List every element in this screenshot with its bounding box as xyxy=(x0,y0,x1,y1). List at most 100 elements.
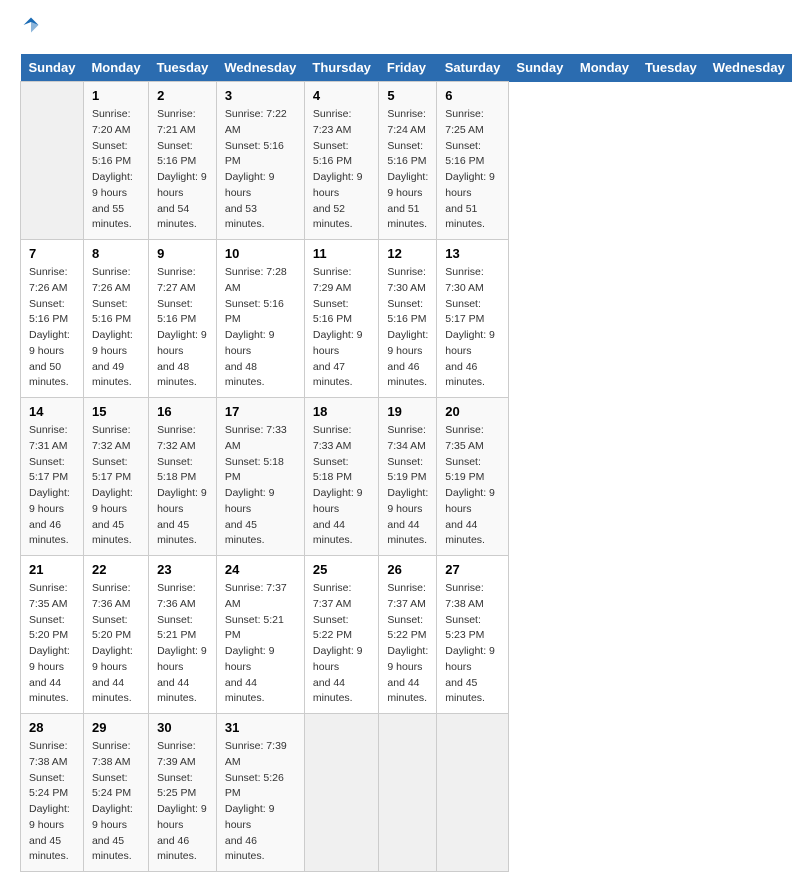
day-number: 22 xyxy=(92,562,140,577)
calendar-cell: 5 Sunrise: 7:24 AMSunset: 5:16 PMDaylight… xyxy=(379,82,437,240)
day-info: Sunrise: 7:30 AMSunset: 5:17 PMDaylight:… xyxy=(445,265,500,391)
day-number: 8 xyxy=(92,246,140,261)
calendar-cell: 3 Sunrise: 7:22 AMSunset: 5:16 PMDaylight… xyxy=(216,82,304,240)
day-number: 17 xyxy=(225,404,296,419)
day-info: Sunrise: 7:38 AMSunset: 5:23 PMDaylight:… xyxy=(445,581,500,707)
day-info: Sunrise: 7:36 AMSunset: 5:21 PMDaylight:… xyxy=(157,581,208,707)
day-info: Sunrise: 7:23 AMSunset: 5:16 PMDaylight:… xyxy=(313,107,371,233)
day-number: 15 xyxy=(92,404,140,419)
calendar-cell: 13Sunrise: 7:30 AMSunset: 5:17 PMDayligh… xyxy=(437,240,509,398)
day-info: Sunrise: 7:37 AMSunset: 5:21 PMDaylight:… xyxy=(225,581,296,707)
calendar-cell xyxy=(379,714,437,872)
day-info: Sunrise: 7:38 AMSunset: 5:24 PMDaylight:… xyxy=(29,739,75,865)
calendar-cell: 11Sunrise: 7:29 AMSunset: 5:16 PMDayligh… xyxy=(304,240,379,398)
day-number: 12 xyxy=(387,246,428,261)
header-monday: Monday xyxy=(83,54,148,82)
day-info: Sunrise: 7:32 AMSunset: 5:17 PMDaylight:… xyxy=(92,423,140,549)
calendar-cell: 2 Sunrise: 7:21 AMSunset: 5:16 PMDaylight… xyxy=(149,82,217,240)
calendar-cell: 14Sunrise: 7:31 AMSunset: 5:17 PMDayligh… xyxy=(21,398,84,556)
calendar-cell: 30Sunrise: 7:39 AMSunset: 5:25 PMDayligh… xyxy=(149,714,217,872)
calendar-cell: 27 Sunrise: 7:38 AMSunset: 5:23 PMDayligh… xyxy=(437,556,509,714)
calendar-week-row: 14Sunrise: 7:31 AMSunset: 5:17 PMDayligh… xyxy=(21,398,792,556)
day-info: Sunrise: 7:26 AMSunset: 5:16 PMDaylight:… xyxy=(92,265,140,391)
calendar-cell: 19Sunrise: 7:34 AMSunset: 5:19 PMDayligh… xyxy=(379,398,437,556)
day-info: Sunrise: 7:37 AMSunset: 5:22 PMDaylight:… xyxy=(313,581,371,707)
calendar-cell: 10 Sunrise: 7:28 AMSunset: 5:16 PMDayligh… xyxy=(216,240,304,398)
day-info: Sunrise: 7:24 AMSunset: 5:16 PMDaylight:… xyxy=(387,107,428,233)
day-number: 26 xyxy=(387,562,428,577)
calendar-cell: 22 Sunrise: 7:36 AMSunset: 5:20 PMDayligh… xyxy=(83,556,148,714)
day-info: Sunrise: 7:39 AMSunset: 5:25 PMDaylight:… xyxy=(157,739,208,865)
day-number: 16 xyxy=(157,404,208,419)
day-info: Sunrise: 7:39 AMSunset: 5:26 PMDaylight:… xyxy=(225,739,296,865)
day-number: 19 xyxy=(387,404,428,419)
day-number: 2 xyxy=(157,88,208,103)
day-number: 10 xyxy=(225,246,296,261)
day-info: Sunrise: 7:35 AMSunset: 5:19 PMDaylight:… xyxy=(445,423,500,549)
calendar-cell: 25 Sunrise: 7:37 AMSunset: 5:22 PMDayligh… xyxy=(304,556,379,714)
calendar-cell: 7 Sunrise: 7:26 AMSunset: 5:16 PMDaylight… xyxy=(21,240,84,398)
day-number: 6 xyxy=(445,88,500,103)
day-info: Sunrise: 7:25 AMSunset: 5:16 PMDaylight:… xyxy=(445,107,500,233)
header-thursday: Thursday xyxy=(304,54,379,82)
calendar-header-row: SundayMondayTuesdayWednesdayThursdayFrid… xyxy=(21,54,792,82)
header-friday: Friday xyxy=(379,54,437,82)
calendar-cell xyxy=(304,714,379,872)
calendar-cell: 16Sunrise: 7:32 AMSunset: 5:18 PMDayligh… xyxy=(149,398,217,556)
day-info: Sunrise: 7:33 AMSunset: 5:18 PMDaylight:… xyxy=(313,423,371,549)
calendar-cell: 15 Sunrise: 7:32 AMSunset: 5:17 PMDayligh… xyxy=(83,398,148,556)
day-number: 24 xyxy=(225,562,296,577)
header-sunday: Sunday xyxy=(21,54,84,82)
header-tuesday: Tuesday xyxy=(637,54,705,82)
calendar-cell: 18 Sunrise: 7:33 AMSunset: 5:18 PMDayligh… xyxy=(304,398,379,556)
day-info: Sunrise: 7:28 AMSunset: 5:16 PMDaylight:… xyxy=(225,265,296,391)
calendar-week-row: 21 Sunrise: 7:35 AMSunset: 5:20 PMDayligh… xyxy=(21,556,792,714)
day-number: 5 xyxy=(387,88,428,103)
day-number: 3 xyxy=(225,88,296,103)
calendar-cell: 6 Sunrise: 7:25 AMSunset: 5:16 PMDaylight… xyxy=(437,82,509,240)
day-number: 21 xyxy=(29,562,75,577)
day-info: Sunrise: 7:22 AMSunset: 5:16 PMDaylight:… xyxy=(225,107,296,233)
calendar-cell xyxy=(21,82,84,240)
day-info: Sunrise: 7:33 AMSunset: 5:18 PMDaylight:… xyxy=(225,423,296,549)
calendar-cell: 12 Sunrise: 7:30 AMSunset: 5:16 PMDayligh… xyxy=(379,240,437,398)
day-number: 7 xyxy=(29,246,75,261)
calendar-cell: 24 Sunrise: 7:37 AMSunset: 5:21 PMDayligh… xyxy=(216,556,304,714)
day-info: Sunrise: 7:35 AMSunset: 5:20 PMDaylight:… xyxy=(29,581,75,707)
calendar-week-row: 7 Sunrise: 7:26 AMSunset: 5:16 PMDaylight… xyxy=(21,240,792,398)
day-info: Sunrise: 7:26 AMSunset: 5:16 PMDaylight:… xyxy=(29,265,75,391)
calendar-cell: 28 Sunrise: 7:38 AMSunset: 5:24 PMDayligh… xyxy=(21,714,84,872)
header-sunday: Sunday xyxy=(508,54,571,82)
day-number: 9 xyxy=(157,246,208,261)
page-header xyxy=(20,20,772,44)
logo xyxy=(20,20,40,44)
calendar-cell: 9 Sunrise: 7:27 AMSunset: 5:16 PMDaylight… xyxy=(149,240,217,398)
day-number: 29 xyxy=(92,720,140,735)
logo-icon xyxy=(22,16,40,34)
day-number: 27 xyxy=(445,562,500,577)
calendar-cell: 1Sunrise: 7:20 AMSunset: 5:16 PMDaylight… xyxy=(83,82,148,240)
day-number: 31 xyxy=(225,720,296,735)
day-number: 18 xyxy=(313,404,371,419)
calendar-cell: 29Sunrise: 7:38 AMSunset: 5:24 PMDayligh… xyxy=(83,714,148,872)
calendar-cell: 20Sunrise: 7:35 AMSunset: 5:19 PMDayligh… xyxy=(437,398,509,556)
calendar-cell: 31 Sunrise: 7:39 AMSunset: 5:26 PMDayligh… xyxy=(216,714,304,872)
header-saturday: Saturday xyxy=(437,54,509,82)
calendar-week-row: 28 Sunrise: 7:38 AMSunset: 5:24 PMDayligh… xyxy=(21,714,792,872)
day-info: Sunrise: 7:36 AMSunset: 5:20 PMDaylight:… xyxy=(92,581,140,707)
day-info: Sunrise: 7:37 AMSunset: 5:22 PMDaylight:… xyxy=(387,581,428,707)
day-number: 1 xyxy=(92,88,140,103)
calendar-cell: 17 Sunrise: 7:33 AMSunset: 5:18 PMDayligh… xyxy=(216,398,304,556)
day-number: 14 xyxy=(29,404,75,419)
day-number: 25 xyxy=(313,562,371,577)
day-number: 28 xyxy=(29,720,75,735)
day-info: Sunrise: 7:29 AMSunset: 5:16 PMDaylight:… xyxy=(313,265,371,391)
calendar-table: SundayMondayTuesdayWednesdayThursdayFrid… xyxy=(20,54,792,872)
day-number: 23 xyxy=(157,562,208,577)
calendar-cell: 8 Sunrise: 7:26 AMSunset: 5:16 PMDaylight… xyxy=(83,240,148,398)
day-info: Sunrise: 7:21 AMSunset: 5:16 PMDaylight:… xyxy=(157,107,208,233)
calendar-cell: 23 Sunrise: 7:36 AMSunset: 5:21 PMDayligh… xyxy=(149,556,217,714)
day-info: Sunrise: 7:30 AMSunset: 5:16 PMDaylight:… xyxy=(387,265,428,391)
day-info: Sunrise: 7:27 AMSunset: 5:16 PMDaylight:… xyxy=(157,265,208,391)
header-tuesday: Tuesday xyxy=(149,54,217,82)
